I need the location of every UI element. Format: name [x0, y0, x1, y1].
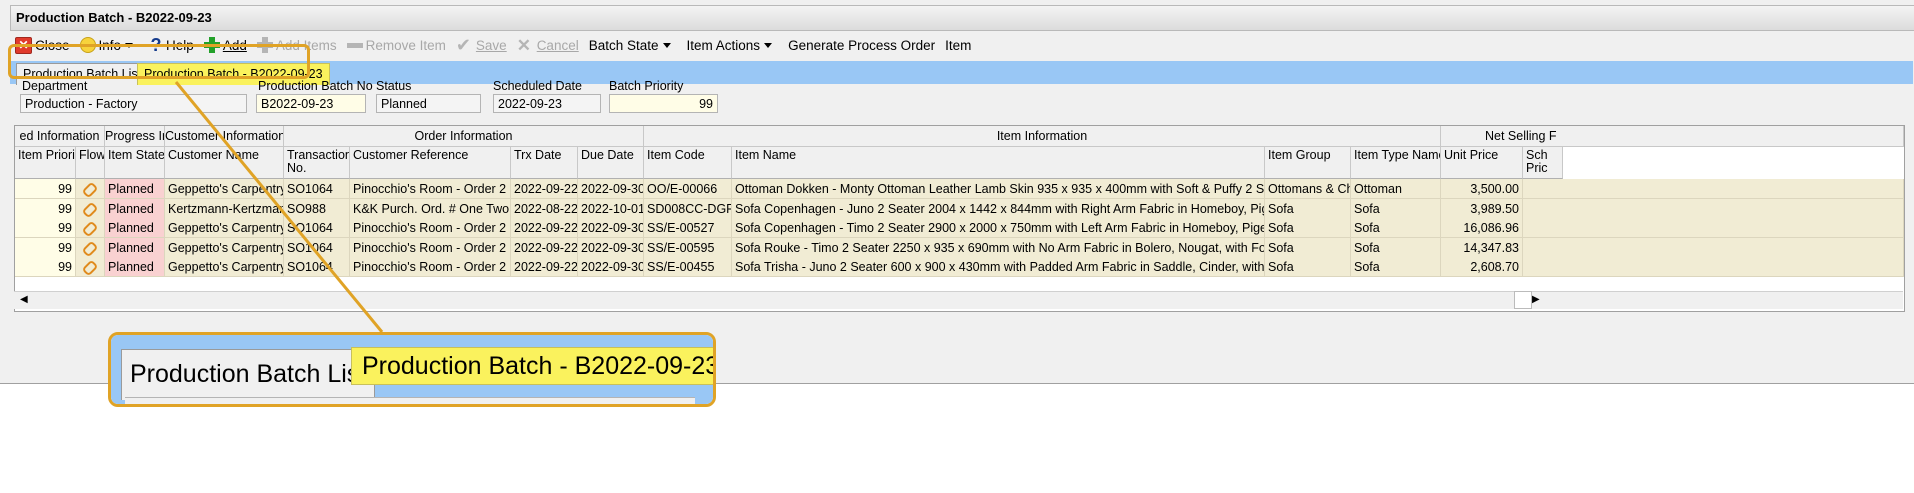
zoom-tab-list: Production Batch List	[121, 349, 376, 400]
zoom-tab-detail: Production Batch - B2022-09-23	[351, 347, 713, 385]
zoom-callout: Production Batch List Production Batch -…	[108, 332, 716, 407]
connector-line	[174, 81, 384, 333]
zoom-panel-edge	[125, 397, 695, 404]
tab-highlight-box	[8, 44, 310, 79]
